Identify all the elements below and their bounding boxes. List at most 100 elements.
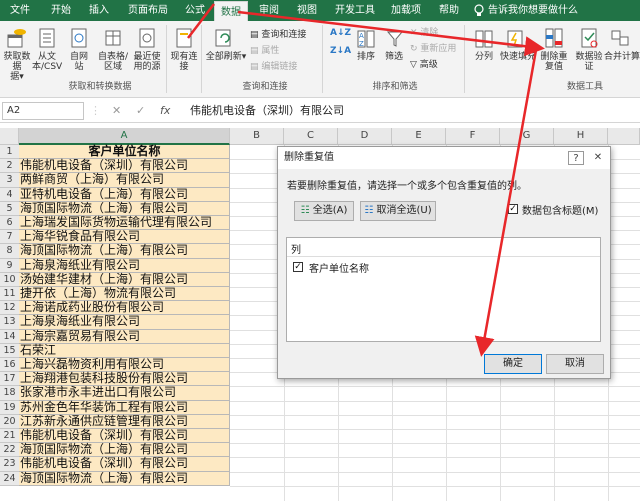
tab-file[interactable]: 文件 bbox=[4, 0, 36, 21]
cancel-formula-icon[interactable]: ✕ bbox=[112, 102, 121, 120]
column-header-d[interactable]: D bbox=[338, 128, 392, 145]
customer-cell[interactable]: 海顶国际物流（上海）有限公司 bbox=[19, 201, 230, 216]
row-header-7[interactable]: 7 bbox=[0, 230, 19, 245]
close-icon[interactable]: ✕ bbox=[590, 151, 606, 165]
confirm-formula-icon[interactable]: ✓ bbox=[136, 102, 145, 120]
queries-connections-button[interactable]: ▤ 查询和连接 bbox=[250, 29, 306, 41]
customer-cell[interactable]: 汤始建华建材（上海）有限公司 bbox=[19, 272, 230, 287]
reapply-button[interactable]: ↻ 重新应用 bbox=[410, 43, 456, 55]
row-header-14[interactable]: 14 bbox=[0, 329, 19, 344]
column-header-f[interactable]: F bbox=[446, 128, 500, 145]
select-all-button[interactable]: ☷ 全选(A) bbox=[294, 201, 354, 221]
list-item[interactable]: 客户单位名称 bbox=[309, 260, 369, 275]
from-text-csv-button[interactable]: 从文本/CSV bbox=[32, 52, 62, 72]
tab-insert[interactable]: 插入 bbox=[82, 0, 116, 21]
tell-me-search[interactable]: 告诉我你想要做什么 bbox=[488, 0, 578, 21]
row-header-1[interactable]: 1 bbox=[0, 145, 19, 160]
row-header-23[interactable]: 23 bbox=[0, 457, 19, 472]
recent-sources-button[interactable]: 最近使用的源 bbox=[132, 52, 162, 72]
get-data-button[interactable]: 获取数据 据▾ bbox=[0, 52, 34, 82]
row-header-12[interactable]: 12 bbox=[0, 301, 19, 316]
customer-cell[interactable]: 伟能机电设备（深圳）有限公司 bbox=[19, 457, 230, 472]
has-headers-checkbox[interactable]: ✓ bbox=[508, 204, 518, 214]
insert-function-icon[interactable]: fx bbox=[160, 102, 170, 120]
row-header-11[interactable]: 11 bbox=[0, 287, 19, 302]
sort-za-button[interactable]: Z↓A bbox=[330, 45, 351, 57]
column-header-a[interactable]: A bbox=[19, 128, 230, 145]
tab-help[interactable]: 帮助 bbox=[432, 0, 466, 21]
customer-cell[interactable]: 张家港市永丰进出口有限公司 bbox=[19, 386, 230, 401]
row-header-10[interactable]: 10 bbox=[0, 272, 19, 287]
select-all-corner[interactable] bbox=[0, 128, 19, 145]
customer-cell[interactable]: 上海泉海纸业有限公司 bbox=[19, 258, 230, 273]
column-header-g[interactable]: G bbox=[500, 128, 554, 145]
column-header-i[interactable] bbox=[608, 128, 640, 145]
column-header-cell[interactable]: 客户单位名称 bbox=[19, 144, 230, 160]
refresh-all-button[interactable]: 全部刷新▾ bbox=[204, 52, 248, 62]
column-checkbox[interactable]: ✓ bbox=[293, 262, 303, 272]
edit-links-button[interactable]: ▤ 编辑链接 bbox=[250, 61, 297, 73]
properties-button[interactable]: ▤ 属性 bbox=[250, 45, 279, 57]
unselect-all-icon: ☷ bbox=[364, 205, 377, 216]
customer-cell[interactable]: 上海宗嘉贸易有限公司 bbox=[19, 329, 230, 344]
customer-cell[interactable]: 亚特机电设备（上海）有限公司 bbox=[19, 187, 230, 202]
row-header-19[interactable]: 19 bbox=[0, 400, 19, 415]
formula-input[interactable]: 伟能机电设备（深圳）有限公司 bbox=[190, 102, 344, 120]
row-header-3[interactable]: 3 bbox=[0, 173, 19, 188]
column-header-h[interactable]: H bbox=[554, 128, 608, 145]
unselect-all-button[interactable]: ☷ 取消全选(U) bbox=[360, 201, 436, 221]
sort-az-button[interactable]: A↓Z bbox=[330, 27, 351, 39]
advanced-button[interactable]: ▽ 高级 bbox=[410, 59, 438, 71]
text-to-columns-button[interactable]: 分列 bbox=[468, 52, 500, 62]
customer-cell[interactable]: 海顶国际物流（上海）有限公司 bbox=[19, 244, 230, 259]
cancel-button[interactable]: 取消 bbox=[546, 354, 604, 374]
clear-button[interactable]: ✕ 清除 bbox=[410, 27, 438, 39]
row-header-18[interactable]: 18 bbox=[0, 386, 19, 401]
row-header-2[interactable]: 2 bbox=[0, 159, 19, 174]
tab-developer[interactable]: 开发工具 bbox=[332, 0, 378, 21]
tab-data[interactable]: 数据 bbox=[214, 1, 248, 21]
remove-duplicates-button[interactable]: 删除重复值 bbox=[538, 52, 570, 72]
customer-cell[interactable]: 苏州金色年华装饰工程有限公司 bbox=[19, 400, 230, 415]
tab-view[interactable]: 视图 bbox=[290, 0, 324, 21]
customer-cell[interactable]: 海顶国际物流（上海）有限公司 bbox=[19, 471, 230, 486]
name-box[interactable]: A2 bbox=[2, 102, 84, 120]
from-web-button[interactable]: 自网站 bbox=[66, 52, 92, 72]
customer-cell[interactable]: 海顶国际物流（上海）有限公司 bbox=[19, 442, 230, 458]
row-header-24[interactable]: 24 bbox=[0, 471, 19, 486]
row-header-22[interactable]: 22 bbox=[0, 443, 19, 458]
tab-addins[interactable]: 加载项 bbox=[388, 0, 424, 21]
ok-button[interactable]: 确定 bbox=[484, 354, 542, 374]
filter-button[interactable]: 筛选 bbox=[380, 52, 408, 62]
column-header-c[interactable]: C bbox=[284, 128, 338, 145]
row-header-8[interactable]: 8 bbox=[0, 244, 19, 259]
tab-formulas[interactable]: 公式 bbox=[178, 0, 212, 21]
tab-review[interactable]: 审阅 bbox=[252, 0, 286, 21]
existing-connections-button[interactable]: 现有连接 bbox=[168, 52, 200, 72]
tab-page-layout[interactable]: 页面布局 bbox=[122, 0, 174, 21]
row-header-17[interactable]: 17 bbox=[0, 372, 19, 387]
row-header-6[interactable]: 6 bbox=[0, 216, 19, 231]
customer-cell[interactable]: 石荣江 bbox=[19, 343, 230, 358]
customer-cell[interactable]: 上海泉海纸业有限公司 bbox=[19, 315, 230, 330]
from-table-button[interactable]: 自表格/区域 bbox=[94, 52, 132, 72]
customer-cell[interactable]: 两鲜商贸（上海）有限公司 bbox=[19, 173, 230, 188]
sort-button[interactable]: 排序 bbox=[352, 52, 380, 62]
row-header-20[interactable]: 20 bbox=[0, 414, 19, 429]
row-header-16[interactable]: 16 bbox=[0, 358, 19, 373]
column-header-e[interactable]: E bbox=[392, 128, 446, 145]
row-header-5[interactable]: 5 bbox=[0, 201, 19, 216]
consolidate-button[interactable]: 合并计算 bbox=[604, 52, 640, 62]
column-header-b[interactable]: B bbox=[230, 128, 284, 145]
flash-fill-button[interactable]: 快速填充 bbox=[498, 52, 538, 62]
data-validation-button[interactable]: 数据验证 bbox=[572, 52, 606, 72]
row-header-9[interactable]: 9 bbox=[0, 258, 19, 273]
row-header-4[interactable]: 4 bbox=[0, 187, 19, 202]
row-header-13[interactable]: 13 bbox=[0, 315, 19, 330]
customer-cell[interactable]: 江苏新永通供应链管理有限公司 bbox=[19, 414, 230, 429]
tab-home[interactable]: 开始 bbox=[44, 0, 78, 21]
group-queries-label: 查询和连接 bbox=[242, 82, 288, 92]
help-icon[interactable]: ? bbox=[568, 151, 584, 165]
row-header-15[interactable]: 15 bbox=[0, 343, 19, 358]
row-header-21[interactable]: 21 bbox=[0, 429, 19, 444]
